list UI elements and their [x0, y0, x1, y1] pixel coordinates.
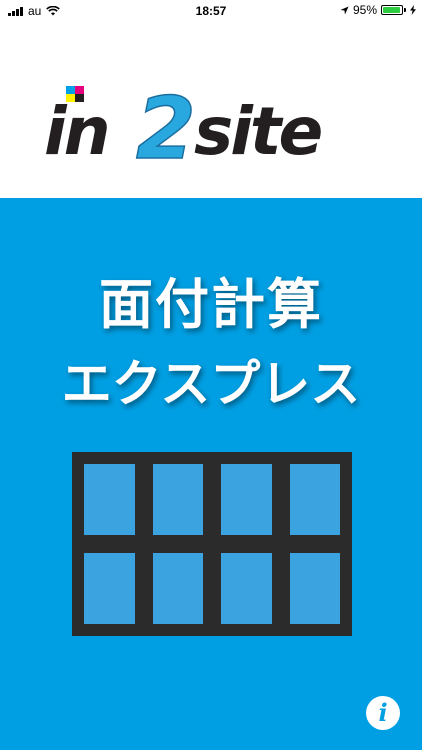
grid-cell: [84, 464, 135, 535]
status-bar: au 18:57 95%: [0, 0, 422, 22]
grid-cell: [221, 464, 272, 535]
battery-percent: 95%: [352, 3, 377, 17]
grid-cell: [289, 464, 340, 535]
imposition-grid-icon: [72, 452, 352, 636]
battery-icon: [381, 5, 403, 15]
logo-text-site: site: [194, 93, 321, 168]
logo-text-2: 2: [136, 79, 196, 168]
in2site-logo: in 2 site: [44, 72, 380, 180]
app-title-line2: エクスプレス: [61, 355, 361, 413]
status-bar-right: 95%: [340, 3, 416, 17]
grid-cell: [152, 553, 203, 624]
grid-cell: [152, 464, 203, 535]
splash-main: 面付計算 エクスプレス i: [0, 198, 422, 750]
grid-cell: [221, 553, 272, 624]
info-button[interactable]: i: [366, 696, 400, 730]
battery-cap: [404, 8, 406, 12]
location-arrow-icon: [340, 5, 349, 15]
battery-level-fill: [383, 7, 400, 13]
grid-cell: [84, 553, 135, 624]
app-title-line1: 面付計算: [99, 273, 323, 336]
logo-text-in: in: [44, 93, 108, 168]
grid-cell: [289, 553, 340, 624]
charging-bolt-icon: [410, 5, 416, 15]
info-icon: i: [378, 698, 388, 727]
header-area: in 2 site: [0, 22, 422, 198]
